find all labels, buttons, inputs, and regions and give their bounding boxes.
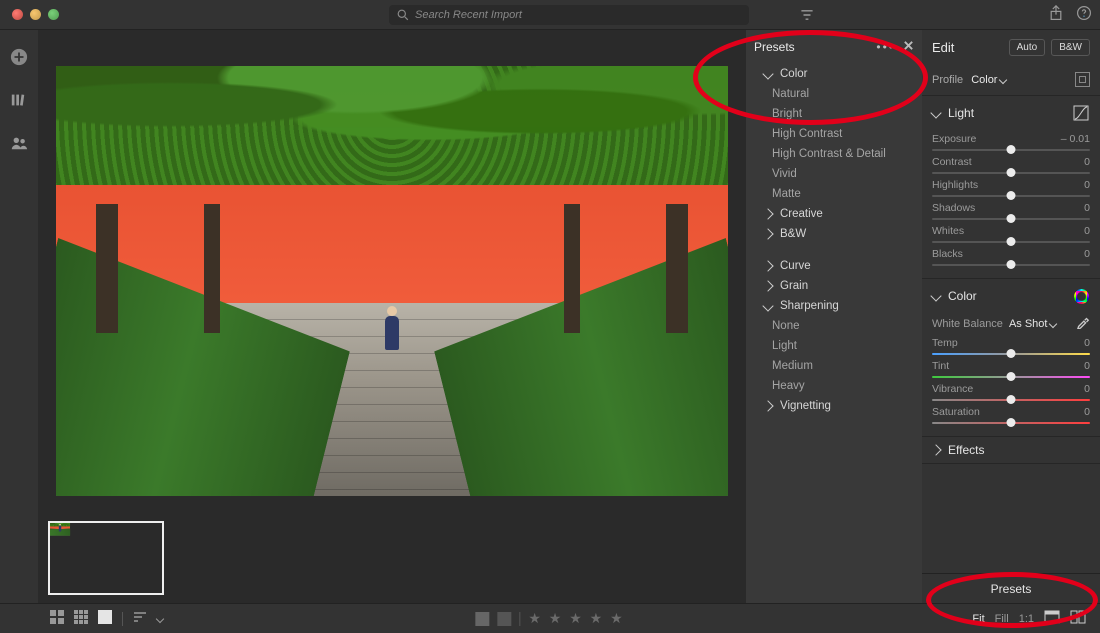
preset-group-grain[interactable]: Grain: [746, 276, 922, 296]
title-bar: Search Recent Import: [0, 0, 1100, 30]
profile-browser-icon[interactable]: [1075, 72, 1090, 87]
share-icon[interactable]: [1048, 5, 1064, 24]
left-toolbar: [0, 30, 38, 603]
preset-group-sharpening[interactable]: Sharpening: [746, 296, 922, 316]
presets-button[interactable]: Presets: [922, 573, 1100, 603]
preset-item-high-contrast-detail[interactable]: High Contrast & Detail: [746, 144, 922, 164]
eyedropper-icon[interactable]: [1076, 315, 1090, 332]
sort-chevron-icon[interactable]: [156, 614, 164, 622]
preset-group-curve[interactable]: Curve: [746, 256, 922, 276]
minimize-window-button[interactable]: [30, 9, 41, 20]
shadows-slider[interactable]: Shadows0: [932, 202, 1090, 220]
main-photo[interactable]: [56, 66, 728, 496]
preset-group-vignetting[interactable]: Vignetting: [746, 396, 922, 416]
filmstrip: [38, 503, 746, 603]
search-placeholder: Search Recent Import: [415, 9, 522, 21]
preset-item-medium[interactable]: Medium: [746, 356, 922, 376]
bw-button[interactable]: B&W: [1051, 39, 1090, 56]
flag-reject-icon[interactable]: [497, 612, 511, 626]
library-icon[interactable]: [10, 91, 28, 112]
blacks-slider[interactable]: Blacks0: [932, 248, 1090, 266]
preset-group-creative[interactable]: Creative: [746, 204, 922, 224]
detail-view-icon[interactable]: [98, 610, 112, 627]
presets-title: Presets: [754, 40, 795, 54]
close-window-button[interactable]: [12, 9, 23, 20]
contrast-slider[interactable]: Contrast0: [932, 156, 1090, 174]
sort-icon[interactable]: [133, 610, 147, 627]
preset-item-bright[interactable]: Bright: [746, 104, 922, 124]
close-presets-icon[interactable]: [895, 40, 914, 54]
tone-curve-icon[interactable]: [1072, 104, 1090, 122]
profile-dropdown[interactable]: Color: [971, 74, 1006, 86]
window-controls: [0, 9, 59, 20]
tint-slider[interactable]: Tint0: [932, 360, 1090, 378]
zoom-1to1[interactable]: 1:1: [1019, 613, 1034, 625]
whites-slider[interactable]: Whites0: [932, 225, 1090, 243]
preset-item-matte[interactable]: Matte: [746, 184, 922, 204]
exposure-slider[interactable]: Exposure– 0.01: [932, 133, 1090, 151]
auto-button[interactable]: Auto: [1009, 39, 1046, 56]
help-icon[interactable]: [1076, 5, 1092, 24]
grid-view-icon[interactable]: [50, 610, 64, 627]
star-rating[interactable]: ★ ★ ★ ★ ★: [528, 610, 624, 627]
highlights-slider[interactable]: Highlights0: [932, 179, 1090, 197]
image-viewer: [38, 30, 746, 603]
maximize-window-button[interactable]: [48, 9, 59, 20]
color-section-title[interactable]: Color: [948, 289, 977, 303]
preset-item-heavy[interactable]: Heavy: [746, 376, 922, 396]
bottom-bar: ★ ★ ★ ★ ★ Fit Fill 1:1: [0, 603, 1100, 633]
edit-panel: Edit Auto B&W Profile Color Light Exposu…: [922, 30, 1100, 603]
filmstrip-thumb[interactable]: [48, 521, 164, 595]
info-overlay-icon[interactable]: [1044, 610, 1060, 627]
profile-label: Profile: [932, 74, 963, 86]
edit-title: Edit: [932, 40, 954, 55]
light-section-title[interactable]: Light: [948, 106, 974, 120]
presets-panel: Presets ••• Color Natural Bright High Co…: [746, 30, 922, 603]
wb-label: White Balance: [932, 318, 1003, 330]
preset-item-none[interactable]: None: [746, 316, 922, 336]
zoom-fit[interactable]: Fit: [972, 613, 984, 625]
search-icon: [397, 9, 409, 21]
square-grid-icon[interactable]: [74, 610, 88, 627]
filter-icon[interactable]: [800, 8, 814, 25]
flag-pick-icon[interactable]: [475, 612, 489, 626]
effects-section-title[interactable]: Effects: [948, 443, 984, 457]
preset-item-light[interactable]: Light: [746, 336, 922, 356]
zoom-fill[interactable]: Fill: [995, 613, 1009, 625]
preset-group-color[interactable]: Color: [746, 64, 922, 84]
preset-item-high-contrast[interactable]: High Contrast: [746, 124, 922, 144]
color-mixer-icon[interactable]: [1072, 287, 1090, 305]
presets-more-icon[interactable]: •••: [876, 40, 895, 54]
add-photo-icon[interactable]: [10, 48, 28, 69]
search-input[interactable]: Search Recent Import: [389, 5, 749, 25]
preset-group-bw[interactable]: B&W: [746, 224, 922, 244]
vibrance-slider[interactable]: Vibrance0: [932, 383, 1090, 401]
temp-slider[interactable]: Temp0: [932, 337, 1090, 355]
preset-item-vivid[interactable]: Vivid: [746, 164, 922, 184]
people-icon[interactable]: [10, 134, 28, 155]
preset-item-natural[interactable]: Natural: [746, 84, 922, 104]
saturation-slider[interactable]: Saturation0: [932, 406, 1090, 424]
show-original-icon[interactable]: [1070, 610, 1086, 627]
wb-dropdown[interactable]: As Shot: [1009, 318, 1057, 330]
